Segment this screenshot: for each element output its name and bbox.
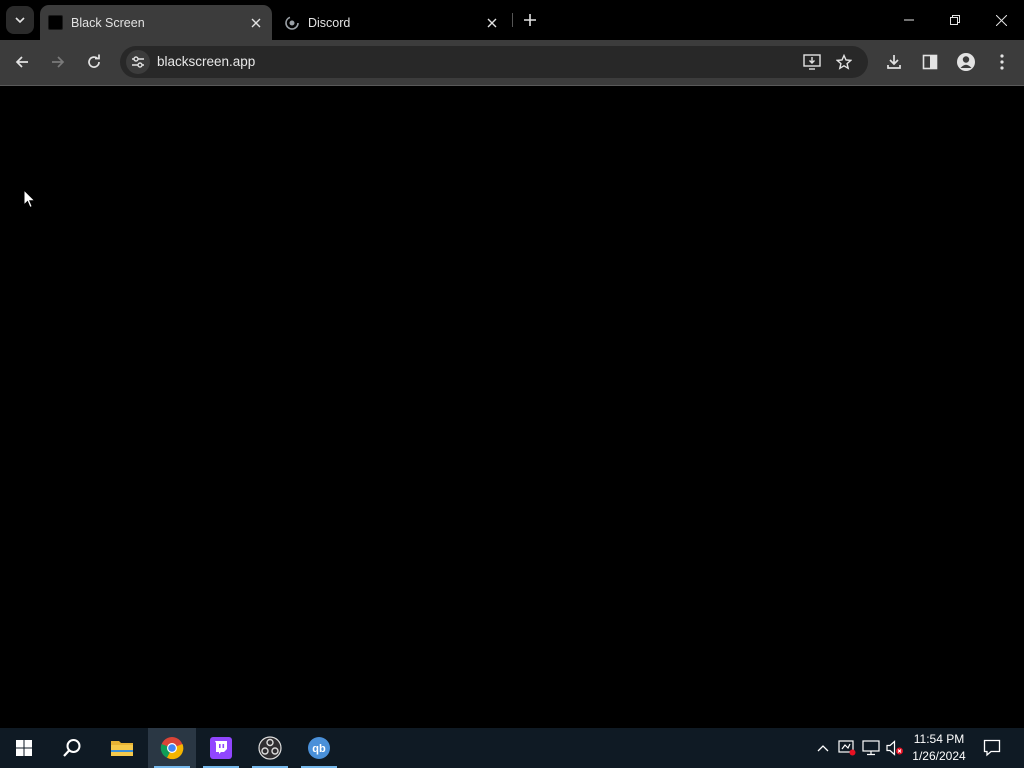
url-text: blackscreen.app — [157, 54, 256, 69]
windows-taskbar: qb 11:54 PM 1/26/2024 — [0, 728, 1024, 768]
address-bar[interactable]: blackscreen.app — [120, 46, 868, 78]
forward-button[interactable] — [43, 47, 73, 77]
download-icon — [887, 55, 901, 69]
twitch-taskbar-button[interactable] — [197, 728, 245, 768]
network-button[interactable] — [860, 728, 882, 768]
side-panel-icon — [922, 54, 938, 70]
tab-title: Black Screen — [71, 15, 145, 30]
file-explorer-button[interactable] — [98, 728, 146, 768]
close-icon[interactable] — [248, 15, 264, 31]
system-clock[interactable]: 11:54 PM 1/26/2024 — [906, 731, 972, 765]
notification-icon — [983, 739, 1001, 757]
profile-button[interactable] — [951, 47, 981, 77]
chrome-icon — [160, 737, 184, 760]
tab-strip: Black Screen Discord — [0, 0, 1024, 40]
network-icon — [862, 740, 880, 756]
more-vertical-icon — [1000, 54, 1004, 70]
minimize-icon — [904, 19, 914, 21]
arrow-left-icon — [15, 56, 28, 68]
tune-icon — [132, 56, 144, 68]
close-icon[interactable] — [484, 15, 500, 31]
chevron-up-icon — [817, 745, 829, 752]
volume-muted-icon — [886, 740, 903, 756]
show-hidden-icons-button[interactable] — [814, 728, 832, 768]
tab-separator — [512, 13, 513, 27]
twitch-icon — [210, 737, 232, 759]
windows-logo-icon — [16, 740, 32, 756]
back-button[interactable] — [7, 47, 37, 77]
star-icon — [836, 54, 852, 70]
action-center-button[interactable] — [978, 728, 1006, 768]
tray-app-button[interactable] — [836, 728, 858, 768]
restore-button[interactable] — [932, 0, 978, 40]
tray-app-icon — [838, 740, 856, 756]
obs-icon — [258, 736, 282, 760]
search-button[interactable] — [48, 728, 96, 768]
close-icon — [995, 14, 1007, 26]
start-button[interactable] — [0, 728, 48, 768]
folder-icon — [111, 741, 133, 756]
browser-toolbar: blackscreen.app — [0, 40, 1024, 86]
minimize-button[interactable] — [886, 0, 932, 40]
svg-text:qb: qb — [312, 743, 326, 755]
volume-button[interactable] — [884, 728, 906, 768]
tab-black-screen[interactable]: Black Screen — [40, 5, 272, 40]
install-app-icon — [803, 54, 821, 70]
new-tab-button[interactable] — [520, 10, 540, 30]
clock-time: 11:54 PM — [913, 732, 965, 746]
bookmark-button[interactable] — [832, 50, 856, 74]
avatar-icon — [957, 53, 975, 71]
reload-button[interactable] — [79, 47, 109, 77]
site-info-button[interactable] — [126, 50, 150, 74]
tab-title: Discord — [308, 15, 351, 30]
downloads-button[interactable] — [879, 47, 909, 77]
qbittorrent-icon: qb — [308, 737, 330, 759]
plus-icon — [524, 14, 536, 26]
tab-search-button[interactable] — [6, 6, 34, 34]
arrow-right-icon — [52, 56, 65, 68]
search-icon — [63, 739, 81, 757]
restore-icon — [950, 15, 960, 25]
chrome-taskbar-button[interactable] — [148, 728, 196, 768]
black-square-favicon-icon — [48, 15, 63, 30]
chevron-down-icon — [15, 17, 25, 24]
menu-button[interactable] — [987, 47, 1017, 77]
page-content-black-screen[interactable] — [0, 87, 1024, 728]
qbittorrent-taskbar-button[interactable]: qb — [295, 728, 343, 768]
obs-taskbar-button[interactable] — [246, 728, 294, 768]
clock-date: 1/26/2024 — [912, 749, 966, 763]
loading-spinner-icon — [284, 15, 300, 31]
mouse-cursor-icon — [23, 189, 36, 209]
install-app-button[interactable] — [800, 50, 824, 74]
side-panel-button[interactable] — [915, 47, 945, 77]
close-window-button[interactable] — [978, 0, 1024, 40]
reload-icon — [88, 54, 100, 68]
tab-discord[interactable]: Discord — [276, 5, 508, 40]
